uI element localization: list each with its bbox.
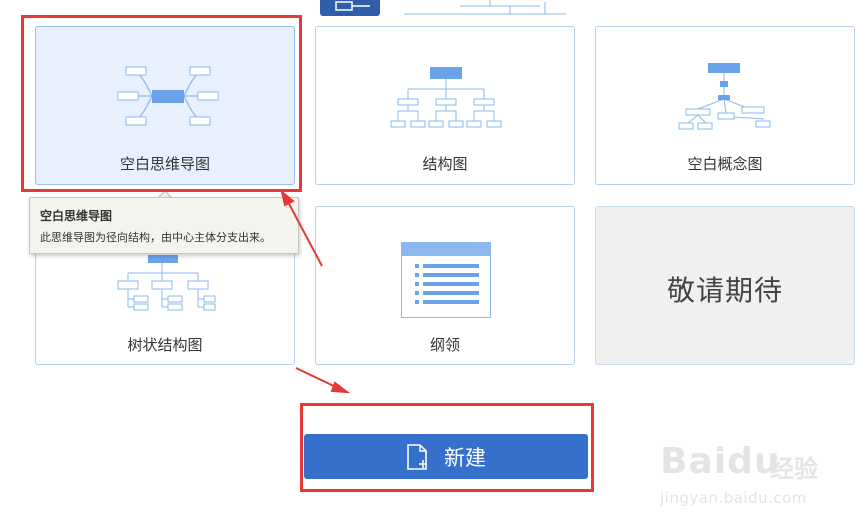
watermark-brand: 经验 <box>770 455 818 483</box>
annotation-highlight-template <box>21 15 302 192</box>
annotation-highlight-new-button <box>300 403 594 492</box>
template-card-coming-soon: 敬请期待 <box>595 206 855 365</box>
watermark-url: jingyan.baidu.com <box>660 489 807 507</box>
card-label: 结构图 <box>422 155 468 173</box>
coming-soon-label: 敬请期待 <box>666 274 783 307</box>
card-label: 纲领 <box>429 336 460 354</box>
tree-diagram-icon <box>117 255 216 311</box>
template-card-outline[interactable]: 纲领 <box>315 206 575 365</box>
tooltip-description: 此思维导图为径向结构，由中心主体分支出来。 <box>40 231 271 244</box>
template-tooltip: 空白思维导图 此思维导图为径向结构，由中心主体分支出来。 <box>29 197 299 254</box>
watermark-logo: Baidu <box>660 441 781 482</box>
baidu-watermark: Baidu 经验 jingyan.baidu.com <box>660 435 850 515</box>
tooltip-title: 空白思维导图 <box>40 209 113 223</box>
outline-diagram-icon <box>401 242 491 318</box>
card-label: 空白概念图 <box>687 155 763 173</box>
card-label: 树状结构图 <box>127 336 203 354</box>
template-card-structure[interactable]: 结构图 <box>315 26 575 185</box>
template-card-blank-concept[interactable]: 空白概念图 <box>595 26 855 185</box>
concept-diagram-icon <box>678 63 771 130</box>
structure-diagram-icon <box>390 67 502 128</box>
